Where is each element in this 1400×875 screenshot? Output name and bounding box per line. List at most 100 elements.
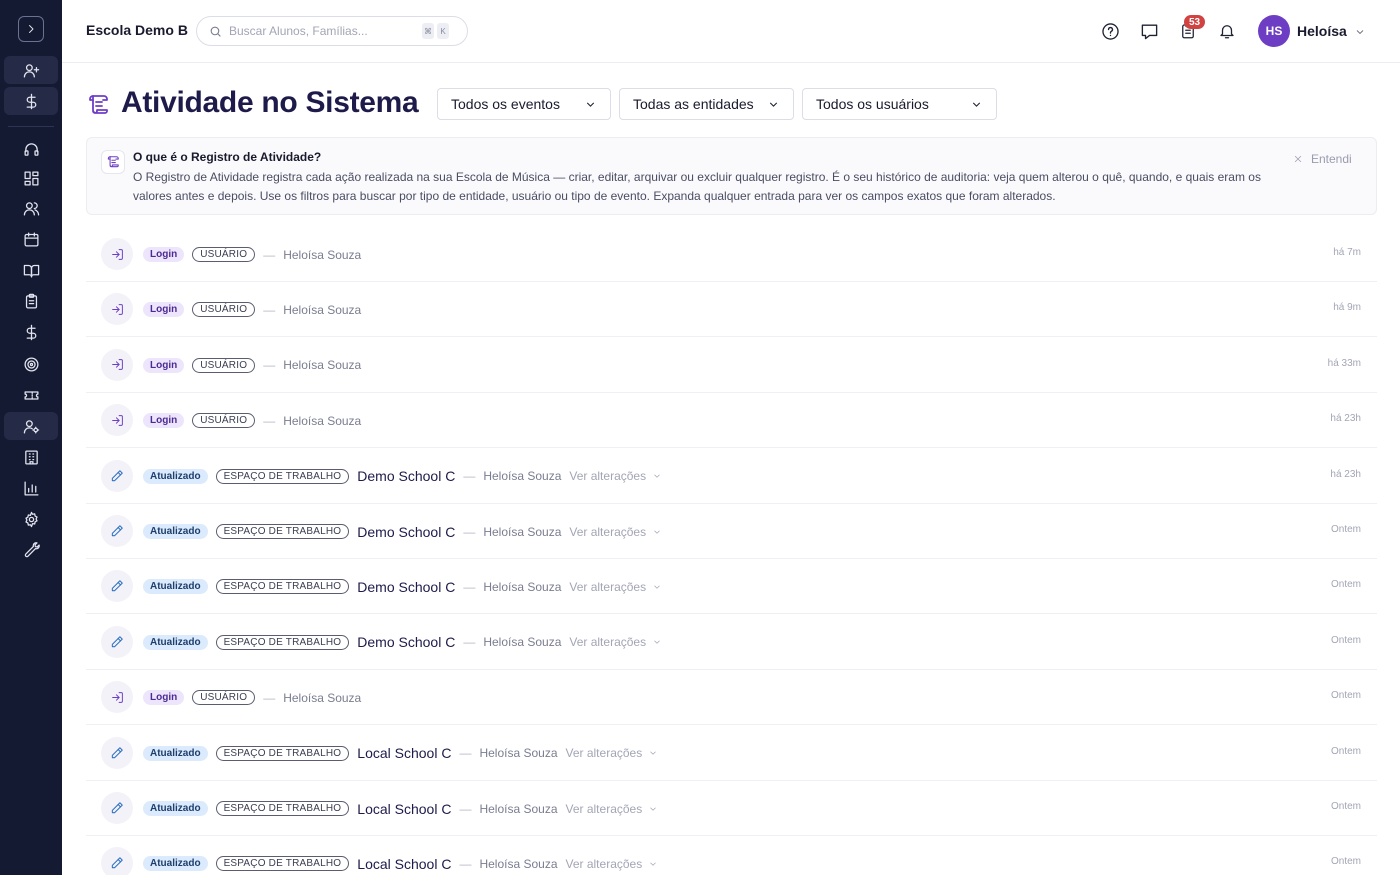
activity-row[interactable]: Atualizado ESPAÇO DE TRABALHO Local School…	[86, 726, 1377, 781]
pencil-icon	[111, 580, 123, 592]
activity-type-icon	[101, 404, 133, 437]
view-changes-toggle[interactable]: Ver alterações	[566, 746, 659, 760]
view-changes-toggle[interactable]: Ver alterações	[569, 635, 662, 649]
users-icon	[23, 201, 39, 216]
activity-summary: Atualizado ESPAÇO DE TRABALHO Local School…	[143, 781, 658, 836]
sidebar-item-tools[interactable]	[4, 536, 58, 564]
sidebar-item-organization[interactable]	[4, 443, 58, 471]
filter-events-value: Todos os eventos	[451, 96, 560, 112]
view-changes-toggle[interactable]: Ver alterações	[566, 857, 659, 871]
sidebar-item-add-student[interactable]	[4, 56, 58, 84]
entity-badge: ESPAÇO DE TRABALHO	[215, 524, 350, 539]
pencil-icon	[111, 469, 123, 481]
entity-name[interactable]: Local School C	[357, 856, 451, 872]
activity-summary: Login USUÁRIO — Heloísa Souza	[143, 670, 361, 725]
user-menu-toggle[interactable]	[1354, 25, 1366, 43]
activity-summary: Login USUÁRIO — Heloísa Souza	[143, 338, 361, 393]
scroll-icon	[107, 156, 119, 168]
dollar-icon	[26, 93, 36, 109]
activity-time: Ontem	[1330, 856, 1361, 868]
activity-type-icon	[101, 238, 133, 270]
event-badge: Atualizado	[143, 856, 208, 872]
entity-name[interactable]: Demo School C	[357, 634, 455, 650]
view-changes-label: Ver alterações	[565, 746, 643, 761]
sidebar-item-user-settings[interactable]	[4, 412, 58, 440]
entity-name[interactable]: Local School C	[357, 801, 451, 817]
sidebar-item-attendance[interactable]	[4, 287, 58, 315]
entity-badge: USUÁRIO	[192, 690, 256, 706]
user-avatar[interactable]: HS	[1258, 15, 1290, 47]
activity-row[interactable]: Login USUÁRIO — Heloísa Souza há 9m	[86, 282, 1377, 338]
actor-name: Heloísa Souza	[479, 856, 558, 871]
separator-dash: —	[263, 690, 276, 705]
actor-name: Heloísa Souza	[483, 524, 562, 539]
activity-time: Ontem	[1330, 801, 1361, 812]
entity-name[interactable]: Demo School C	[357, 468, 455, 484]
sidebar-item-dashboard[interactable]	[4, 164, 58, 192]
sidebar-item-finance[interactable]	[4, 318, 58, 346]
notifications-button[interactable]	[1216, 20, 1238, 42]
help-button[interactable]	[1099, 20, 1121, 42]
view-changes-label: Ver alterações	[569, 469, 647, 484]
top-bar: Escola Demo B ⌘ K 53 HS Heloísa	[62, 0, 1400, 63]
global-search[interactable]: ⌘ K	[196, 16, 468, 46]
log-in-icon	[111, 414, 123, 426]
view-changes-toggle[interactable]: Ver alterações	[566, 802, 659, 816]
entity-badge: ESPAÇO DE TRABALHO	[215, 634, 350, 650]
view-changes-toggle[interactable]: Ver alterações	[569, 580, 662, 594]
separator-dash: —	[459, 856, 472, 871]
activity-type-icon	[101, 515, 133, 547]
activity-row[interactable]: Atualizado ESPAÇO DE TRABALHO Demo School …	[86, 449, 1377, 504]
sidebar-item-lessons[interactable]	[4, 256, 58, 284]
filter-users-select[interactable]: Todos os usuários	[802, 88, 997, 120]
view-changes-toggle[interactable]: Ver alterações	[569, 525, 662, 539]
activity-row[interactable]: Atualizado ESPAÇO DE TRABALHO Local School…	[86, 781, 1377, 836]
sidebar-item-tickets[interactable]	[4, 381, 58, 409]
activity-row[interactable]: Atualizado ESPAÇO DE TRABALHO Local School…	[86, 836, 1377, 875]
activity-time: Ontem	[1330, 634, 1361, 646]
school-name[interactable]: Escola Demo B	[86, 22, 188, 38]
sidebar-item-goals[interactable]	[4, 350, 58, 378]
activity-row[interactable]: Login USUÁRIO — Heloísa Souza Ontem	[86, 670, 1377, 726]
shortcut-key-cmd: ⌘	[422, 23, 434, 39]
sidebar-expand-toggle[interactable]	[18, 16, 44, 42]
search-input[interactable]	[229, 24, 419, 38]
activity-type-icon	[101, 792, 133, 824]
activity-row[interactable]: Login USUÁRIO — Heloísa Souza há 33m	[86, 338, 1377, 393]
actor-name: Heloísa Souza	[483, 635, 562, 650]
sidebar-item-reports[interactable]	[4, 474, 58, 502]
info-dismiss-button[interactable]: Entendi	[1293, 152, 1352, 166]
chevron-down-icon	[654, 529, 660, 534]
headset-icon	[23, 142, 39, 156]
sidebar-item-support[interactable]	[4, 135, 58, 163]
activity-row[interactable]: Login USUÁRIO — Heloísa Souza há 23h	[86, 393, 1377, 449]
info-body: O Registro de Atividade registra cada aç…	[133, 170, 1261, 203]
separator-dash: —	[463, 524, 476, 539]
user-name[interactable]: Heloísa	[1297, 23, 1347, 39]
event-badge: Login	[143, 302, 185, 318]
sidebar-item-settings[interactable]	[4, 505, 58, 533]
sidebar-item-billing[interactable]	[4, 87, 58, 115]
filter-entities-select[interactable]: Todas as entidades	[619, 88, 794, 120]
sidebar-item-calendar[interactable]	[4, 225, 58, 253]
actor-name: Heloísa Souza	[483, 469, 562, 484]
separator-dash: —	[263, 358, 276, 373]
view-changes-toggle[interactable]: Ver alterações	[569, 469, 662, 483]
separator-dash: —	[463, 635, 476, 650]
messages-button[interactable]	[1138, 20, 1160, 42]
entity-name[interactable]: Local School C	[357, 745, 451, 761]
entity-name[interactable]: Demo School C	[357, 524, 455, 540]
activity-row[interactable]: Login USUÁRIO — Heloísa Souza há 7m	[86, 227, 1377, 282]
activity-row[interactable]: Atualizado ESPAÇO DE TRABALHO Demo School …	[86, 615, 1377, 670]
entity-name[interactable]: Demo School C	[357, 579, 455, 595]
activity-row[interactable]: Atualizado ESPAÇO DE TRABALHO Demo School …	[86, 559, 1377, 615]
separator-dash: —	[463, 469, 476, 484]
log-in-icon	[111, 248, 123, 260]
view-changes-label: Ver alterações	[569, 635, 647, 650]
filter-events-select[interactable]: Todos os eventos	[437, 88, 611, 120]
activity-row[interactable]: Atualizado ESPAÇO DE TRABALHO Demo School …	[86, 504, 1377, 559]
actor-name: Heloísa Souza	[479, 746, 558, 761]
activity-time: há 23h	[1330, 468, 1361, 480]
sidebar-item-families[interactable]	[4, 194, 58, 222]
log-in-icon	[111, 304, 123, 315]
